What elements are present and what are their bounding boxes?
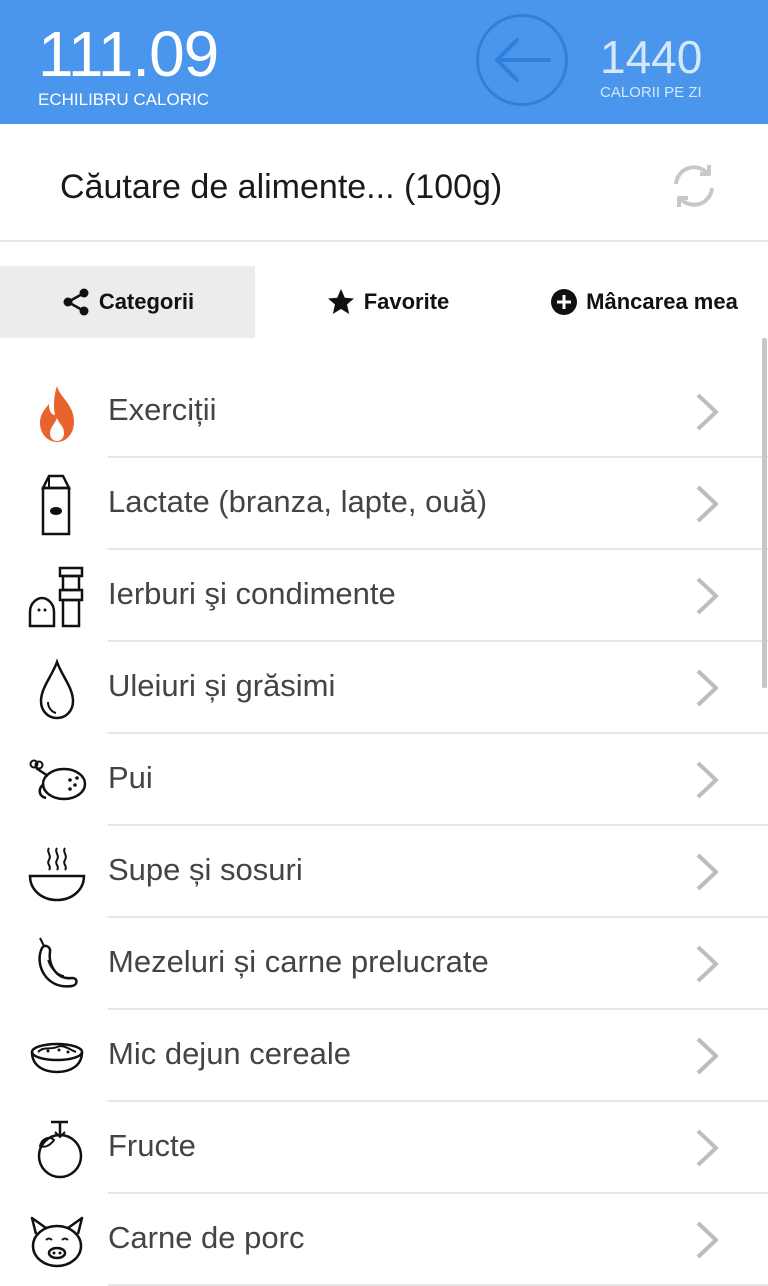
header-bar: 111.09 ECHILIBRU CALORIC 1440 CALORII PE… xyxy=(0,0,768,124)
chevron-right-icon xyxy=(696,1037,719,1075)
list-item[interactable]: Carne de porc xyxy=(0,1194,768,1286)
chevron-right-icon xyxy=(696,1221,719,1259)
tab-bar: Categorii Favorite Mâncarea mea xyxy=(0,266,768,338)
chevron-right-icon xyxy=(696,761,719,799)
soup-bowl-icon xyxy=(28,847,86,902)
chevron-right-icon xyxy=(696,669,719,707)
category-label: Uleiuri și grăsimi xyxy=(108,668,336,703)
scrollbar[interactable] xyxy=(762,338,767,688)
chevron-right-icon xyxy=(696,577,719,615)
category-list: Exerciții Lactate (branza, lapte, ouă) I… xyxy=(0,366,768,1286)
tab-label: Mâncarea mea xyxy=(586,289,738,314)
list-item[interactable]: Pui xyxy=(0,734,768,826)
fruit-icon xyxy=(37,1120,83,1179)
list-item[interactable]: Fructe xyxy=(0,1102,768,1194)
list-item[interactable]: Mic dejun cereale xyxy=(0,1010,768,1102)
star-icon xyxy=(327,289,354,314)
category-label: Mezeluri și carne prelucrate xyxy=(108,944,489,979)
list-item[interactable]: Lactate (branza, lapte, ouă) xyxy=(0,458,768,550)
share-icon xyxy=(63,288,89,316)
list-item[interactable]: Uleiuri și grăsimi xyxy=(0,642,768,734)
tab-label: Favorite xyxy=(363,289,450,314)
caloric-balance-value: 111.09 xyxy=(38,18,219,90)
category-label: Pui xyxy=(108,760,153,795)
tab-categories[interactable]: Categorii xyxy=(0,266,255,338)
spice-shaker-icon xyxy=(28,566,84,628)
daily-calories-label: CALORII PE ZI xyxy=(600,84,702,101)
category-label: Lactate (branza, lapte, ouă) xyxy=(108,484,488,519)
back-button[interactable] xyxy=(476,14,568,106)
list-item[interactable]: Exerciții xyxy=(0,366,768,458)
tab-my-food[interactable]: Mâncarea mea xyxy=(520,266,768,338)
category-label: Carne de porc xyxy=(108,1220,305,1255)
roast-chicken-icon xyxy=(29,759,87,801)
category-label: Mic dejun cereale xyxy=(108,1036,351,1071)
milk-carton-icon xyxy=(40,474,72,536)
search-row[interactable]: Căutare de alimente... (100g) xyxy=(0,124,768,242)
plus-circle-icon xyxy=(551,289,578,315)
category-label: Ierburi şi condimente xyxy=(108,576,396,611)
category-label: Exerciții xyxy=(108,392,217,427)
daily-calories-value: 1440 xyxy=(600,31,703,83)
fire-icon xyxy=(40,386,74,442)
tab-favorites[interactable]: Favorite xyxy=(255,266,520,338)
pig-icon xyxy=(30,1216,84,1268)
tab-label: Categorii xyxy=(98,289,195,314)
cereal-bowl-icon xyxy=(30,1042,84,1074)
caloric-balance-label: ECHILIBRU CALORIC xyxy=(38,90,209,109)
refresh-icon[interactable] xyxy=(668,160,720,212)
list-item[interactable]: Supe și sosuri xyxy=(0,826,768,918)
sausage-icon xyxy=(38,937,78,988)
list-item[interactable]: Ierburi şi condimente xyxy=(0,550,768,642)
oil-drop-icon xyxy=(39,658,75,720)
category-label: Supe și sosuri xyxy=(108,852,303,887)
chevron-right-icon xyxy=(696,945,719,983)
chevron-right-icon xyxy=(696,853,719,891)
list-item[interactable]: Mezeluri și carne prelucrate xyxy=(0,918,768,1010)
category-label: Fructe xyxy=(108,1128,196,1163)
chevron-right-icon xyxy=(696,485,719,523)
chevron-right-icon xyxy=(696,1129,719,1167)
food-search-field[interactable]: Căutare de alimente... (100g) xyxy=(60,168,502,207)
arrow-left-icon xyxy=(495,38,551,82)
chevron-right-icon xyxy=(696,393,719,431)
